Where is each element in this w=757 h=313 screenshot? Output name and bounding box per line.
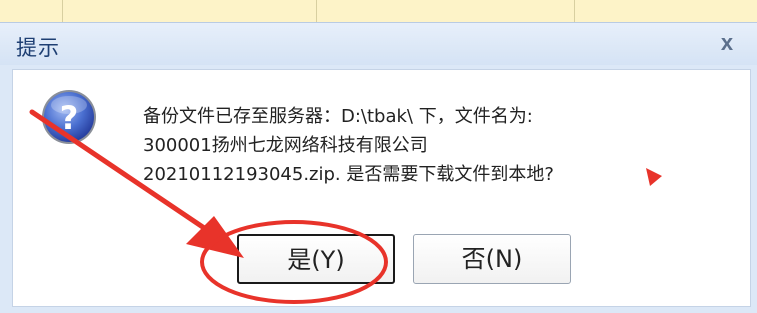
svg-text:?: ? bbox=[60, 99, 79, 137]
message-line: 300001扬州七龙网络科技有限公司 bbox=[143, 135, 428, 156]
dialog-title: 提示 bbox=[16, 36, 60, 60]
message-line: 20210112193045.zip. 是否需要下载文件到本地? bbox=[143, 164, 554, 185]
dialog-titlebar[interactable]: 提示 x bbox=[0, 23, 757, 65]
message-line: 备份文件已存至服务器：D:\tbak\ 下，文件名为: bbox=[143, 106, 533, 127]
confirm-dialog: 提示 x ? 备份文件已存至服务器：D:\tbak\ 下，文件名为: 30000… bbox=[0, 22, 757, 313]
screenshot: 提示 x ? 备份文件已存至服务器：D:\tbak\ 下，文件名为: 30000… bbox=[0, 0, 757, 313]
grid-line bbox=[62, 0, 63, 22]
dialog-message: 备份文件已存至服务器：D:\tbak\ 下，文件名为: 300001扬州七龙网络… bbox=[143, 102, 723, 189]
grid-line bbox=[574, 0, 575, 22]
dialog-body: ? 备份文件已存至服务器：D:\tbak\ 下，文件名为: 300001扬州七龙… bbox=[12, 69, 751, 307]
yes-button[interactable]: 是(Y) bbox=[237, 234, 395, 284]
question-icon: ? bbox=[42, 90, 96, 144]
close-icon[interactable]: x bbox=[713, 29, 741, 57]
grid-line bbox=[316, 0, 317, 22]
no-button[interactable]: 否(N) bbox=[413, 234, 571, 284]
background-spreadsheet-strip bbox=[0, 0, 757, 23]
